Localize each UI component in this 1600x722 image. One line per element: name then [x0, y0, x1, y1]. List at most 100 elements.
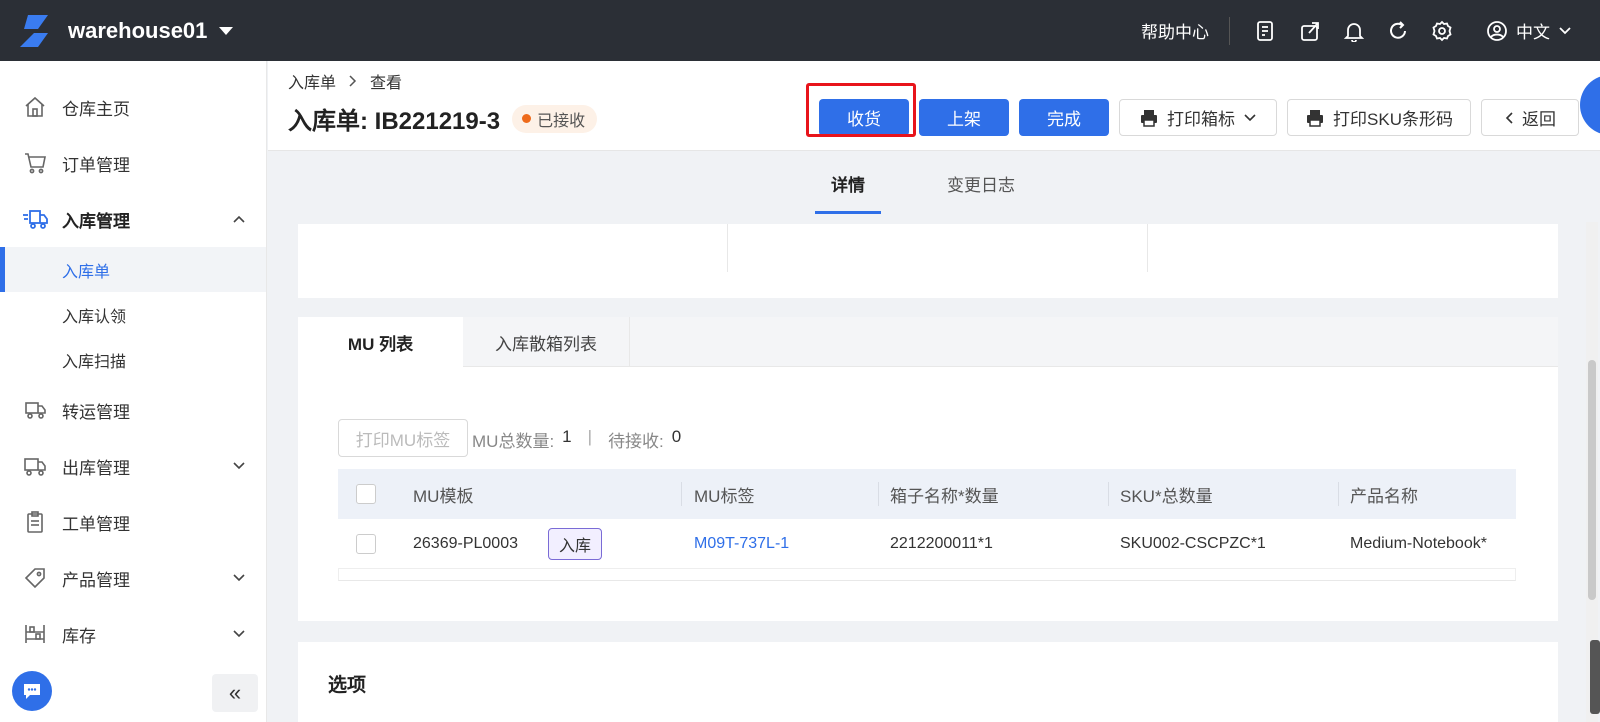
language-label: 中文 — [1516, 23, 1550, 42]
gear-icon[interactable] — [1430, 19, 1454, 43]
receive-button[interactable]: 收货 — [819, 99, 909, 136]
mu-total-value: 1 — [562, 427, 572, 446]
back-text: 返回 — [1522, 110, 1556, 129]
mu-label-link[interactable]: M09T-737L-1 — [694, 519, 789, 569]
sidebar-subitem-inbound-order[interactable]: 入库单 — [0, 247, 266, 292]
breadcrumb: 入库单 查看 — [288, 69, 402, 93]
warehouse-selector[interactable]: warehouse01 — [68, 17, 234, 44]
sidebar-item-inventory[interactable]: 库存 — [0, 606, 266, 662]
chevron-up-icon — [233, 215, 245, 223]
notes-icon[interactable] — [1254, 19, 1278, 43]
stats-separator: | — [587, 427, 593, 446]
sidebar-item-label: 订单管理 — [62, 155, 130, 175]
chevron-down-icon — [233, 630, 245, 638]
tab-details[interactable]: 详情 — [815, 152, 881, 214]
sidebar-item-inbound[interactable]: 入库管理 — [0, 191, 266, 247]
sidebar-item-warehouse-home[interactable]: 仓库主页 — [0, 79, 266, 135]
options-card: 选项 — [298, 642, 1558, 722]
table-footer-space — [338, 569, 1516, 581]
sidebar-item-label: 工单管理 — [62, 514, 130, 534]
sidebar-item-orders[interactable]: 订单管理 — [0, 135, 266, 191]
sidebar-item-label: 入库管理 — [62, 211, 130, 231]
product-name-value: Medium-Notebook* — [1350, 535, 1487, 552]
sidebar-item-label: 仓库主页 — [62, 99, 130, 119]
sidebar-item-label: 库存 — [62, 626, 96, 646]
collapse-sidebar-button[interactable]: « — [212, 674, 258, 712]
sidebar-item-work-orders[interactable]: 工单管理 — [0, 494, 266, 550]
detail-tabs: 详情 变更日志 — [268, 152, 1578, 214]
chevron-down-icon — [1559, 26, 1571, 34]
sidebar: 仓库主页 订单管理 入库管理 入库单 入库认领 入库扫描 转运管理 出库管理 工… — [0, 61, 267, 722]
printer-icon — [1141, 109, 1157, 127]
top-bar: warehouse01 帮助中心 中文 — [0, 0, 1600, 61]
table-row[interactable]: 26369-PL0003 入库 M09T-737L-1 2212200011*1… — [338, 519, 1516, 569]
options-title: 选项 — [328, 675, 367, 696]
status-text: 已接收 — [537, 112, 586, 130]
status-badge: 已接收 — [512, 104, 598, 133]
clipboard-icon — [22, 509, 48, 535]
user-menu[interactable]: 中文 — [1486, 18, 1572, 43]
column-header-mu-label: MU标签 — [694, 486, 755, 506]
pending-value: 0 — [671, 427, 682, 446]
back-button[interactable]: 返回 — [1481, 99, 1579, 136]
chevron-left-icon — [1505, 111, 1513, 124]
chevron-down-icon — [233, 462, 245, 470]
inbound-tag: 入库 — [547, 528, 602, 560]
row-checkbox[interactable] — [356, 534, 376, 554]
mu-table: MU模板 MU标签 箱子名称*数量 SKU*总数量 产品名称 26369-PL0… — [338, 469, 1516, 581]
tag-icon — [22, 565, 48, 591]
side-widget[interactable] — [1590, 640, 1600, 714]
column-divider — [1108, 482, 1109, 506]
print-box-label-text: 打印箱标 — [1167, 110, 1235, 129]
sidebar-item-products[interactable]: 产品管理 — [0, 550, 266, 606]
page-header: 入库单 查看 入库单: IB221219-3 已接收 收货 上架 完成 打印箱标… — [268, 61, 1600, 151]
help-center-link[interactable]: 帮助中心 — [1141, 18, 1209, 43]
column-divider — [878, 482, 879, 506]
mu-tab-bar: MU 列表 入库散箱列表 — [298, 317, 1558, 368]
chat-support-button[interactable] — [12, 671, 52, 711]
sidebar-item-label: 出库管理 — [62, 458, 130, 478]
column-header-product-name: 产品名称 — [1350, 486, 1418, 506]
chevron-down-icon — [1244, 113, 1256, 121]
app-logo-icon — [20, 14, 48, 47]
print-box-label-button[interactable]: 打印箱标 — [1119, 99, 1277, 136]
page-title: 入库单: IB221219-3 已接收 — [288, 101, 598, 136]
column-divider — [727, 224, 728, 272]
tab-change-log[interactable]: 变更日志 — [931, 152, 1031, 214]
bell-icon[interactable] — [1342, 19, 1366, 43]
complete-button[interactable]: 完成 — [1019, 99, 1109, 136]
sidebar-item-outbound[interactable]: 出库管理 — [0, 438, 266, 494]
shelf-icon — [22, 621, 48, 647]
sidebar-subitem-inbound-scan[interactable]: 入库扫描 — [0, 337, 266, 382]
user-icon — [1487, 20, 1507, 41]
sidebar-item-transfer[interactable]: 转运管理 — [0, 382, 266, 438]
breadcrumb-view: 查看 — [370, 75, 403, 92]
column-divider — [681, 482, 682, 506]
printer-icon — [1307, 109, 1324, 127]
mu-stats: MU总数量: 1 | 待接收: 0 — [472, 427, 689, 452]
select-all-checkbox[interactable] — [356, 484, 376, 504]
warehouse-name: warehouse01 — [68, 17, 208, 43]
export-icon[interactable] — [1298, 19, 1322, 43]
page-title-text: 入库单: IB221219-3 — [288, 108, 501, 135]
tab-mu-list[interactable]: MU 列表 — [298, 317, 463, 368]
print-mu-label-button[interactable]: 打印MU标签 — [338, 419, 468, 457]
shelve-button[interactable]: 上架 — [919, 99, 1009, 136]
column-header-sku-qty: SKU*总数量 — [1120, 486, 1213, 506]
sidebar-subitem-inbound-claim[interactable]: 入库认领 — [0, 292, 266, 337]
breadcrumb-inbound-order[interactable]: 入库单 — [288, 69, 336, 93]
sidebar-item-label: 产品管理 — [62, 570, 130, 590]
refresh-icon[interactable] — [1386, 19, 1410, 43]
divider — [1229, 16, 1230, 45]
home-icon — [22, 94, 48, 120]
transfer-icon — [22, 397, 48, 423]
column-header-box-qty: 箱子名称*数量 — [890, 486, 999, 506]
column-divider — [1338, 482, 1339, 506]
mu-list-card: MU 列表 入库散箱列表 打印MU标签 MU总数量: 1 | 待接收: 0 MU… — [298, 317, 1558, 621]
print-sku-barcode-text: 打印SKU条形码 — [1333, 110, 1453, 129]
chat-bubble-icon — [24, 684, 40, 699]
print-sku-barcode-button[interactable]: 打印SKU条形码 — [1287, 99, 1471, 136]
vertical-scrollbar-thumb[interactable] — [1588, 360, 1596, 600]
table-header: MU模板 MU标签 箱子名称*数量 SKU*总数量 产品名称 — [338, 469, 1516, 519]
tab-loose-box-list[interactable]: 入库散箱列表 — [463, 317, 630, 367]
